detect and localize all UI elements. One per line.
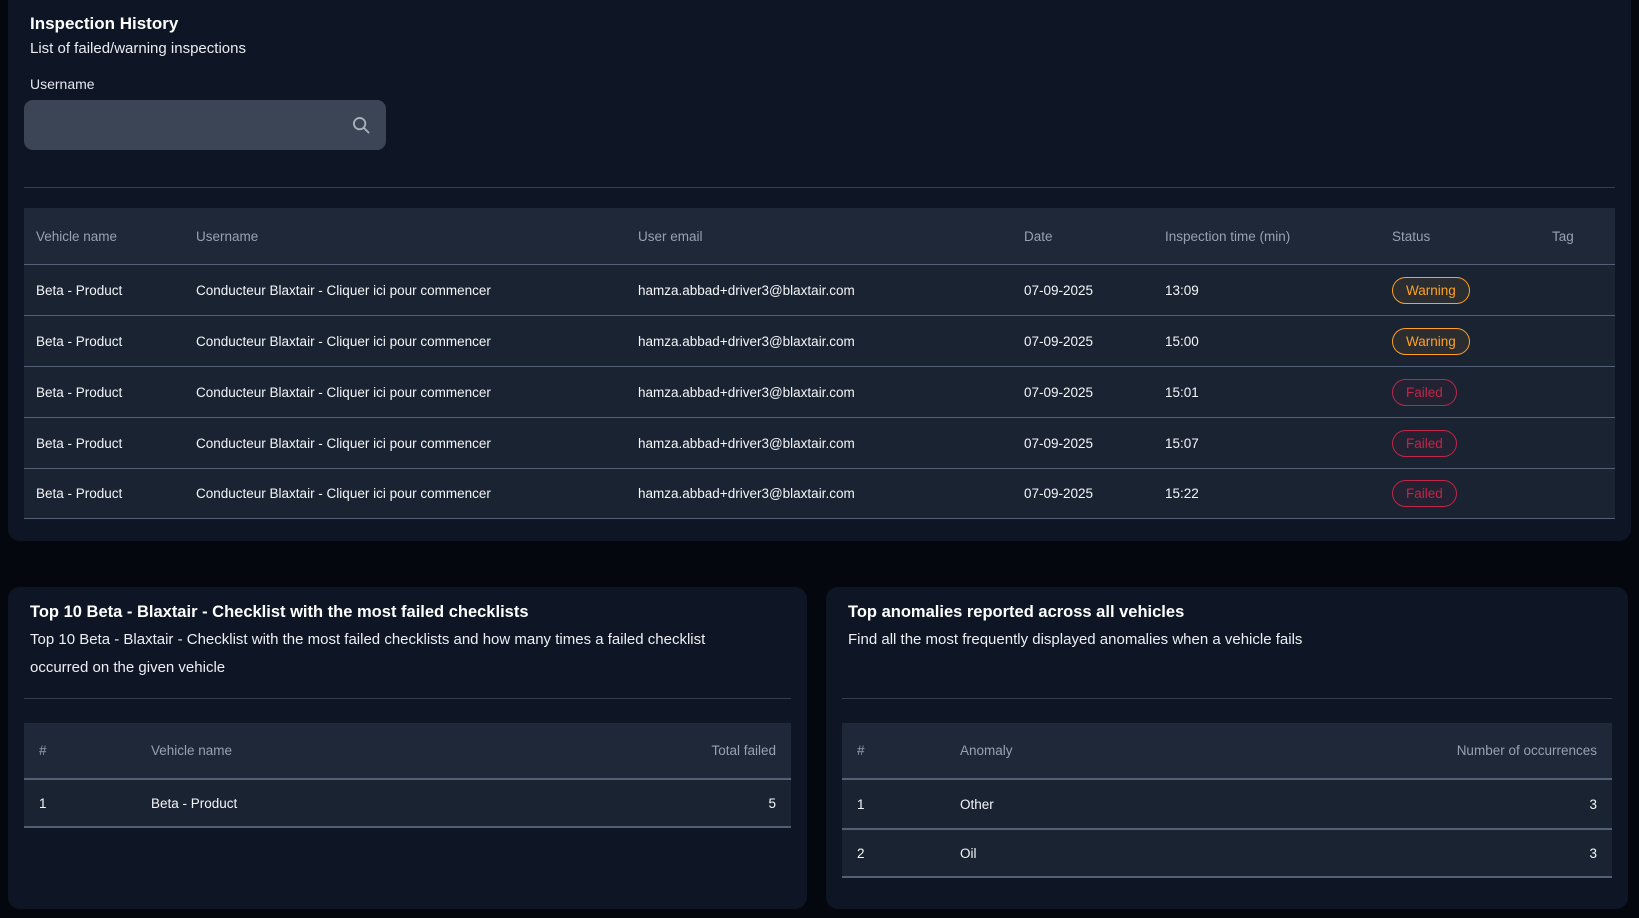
inspections-table: Vehicle name Username User email Date In… <box>24 208 1615 519</box>
inspection-time-cell: 15:00 <box>1153 334 1380 349</box>
anomaly-cell: Oil <box>945 846 1392 861</box>
username-cell: Conducteur Blaxtair - Cliquer ici pour c… <box>184 283 626 298</box>
total-failed-cell: 5 <box>641 796 791 811</box>
username-cell: Conducteur Blaxtair - Cliquer ici pour c… <box>184 436 626 451</box>
user-email-cell: hamza.abbad+driver3@blaxtair.com <box>626 486 1012 501</box>
col-vehicle-name: Vehicle name <box>24 229 184 244</box>
col-vehicle-name: Vehicle name <box>136 743 641 758</box>
status-cell: Warning <box>1380 328 1540 355</box>
page-subtitle: List of failed/warning inspections <box>30 36 1615 62</box>
col-occurrences: Number of occurrences <box>1392 743 1612 758</box>
table-row[interactable]: 1 Beta - Product 5 <box>24 778 791 828</box>
date-cell: 07-09-2025 <box>1012 283 1153 298</box>
bottom-panels-row: Top 10 Beta - Blaxtair - Checklist with … <box>8 587 1631 909</box>
inspection-time-cell: 13:09 <box>1153 283 1380 298</box>
username-filter-label: Username <box>30 75 1615 93</box>
top-failed-panel: Top 10 Beta - Blaxtair - Checklist with … <box>8 587 807 909</box>
inspection-history-panel: Inspection History List of failed/warnin… <box>8 0 1631 541</box>
user-email-cell: hamza.abbad+driver3@blaxtair.com <box>626 385 1012 400</box>
vehicle-name-cell: Beta - Product <box>24 334 184 349</box>
status-cell: Failed <box>1380 379 1540 406</box>
username-cell: Conducteur Blaxtair - Cliquer ici pour c… <box>184 385 626 400</box>
col-username: Username <box>184 229 626 244</box>
user-email-cell: hamza.abbad+driver3@blaxtair.com <box>626 283 1012 298</box>
status-badge: Failed <box>1392 430 1457 457</box>
username-search-input[interactable] <box>24 100 386 150</box>
col-total-failed: Total failed <box>641 743 791 758</box>
table-row[interactable]: Beta - Product Conducteur Blaxtair - Cli… <box>24 468 1615 519</box>
top-anomalies-subtitle: Find all the most frequently displayed a… <box>848 626 1612 654</box>
col-rank: # <box>24 743 136 758</box>
top-failed-divider <box>24 698 791 699</box>
status-badge: Failed <box>1392 480 1457 507</box>
vehicle-name-cell: Beta - Product <box>24 486 184 501</box>
inspection-time-cell: 15:07 <box>1153 436 1380 451</box>
status-cell: Failed <box>1380 430 1540 457</box>
page-title: Inspection History <box>30 12 1615 36</box>
status-badge: Failed <box>1392 379 1457 406</box>
top-failed-subtitle: Top 10 Beta - Blaxtair - Checklist with … <box>30 626 750 682</box>
status-badge: Warning <box>1392 277 1470 304</box>
vehicle-name-cell: Beta - Product <box>24 436 184 451</box>
top-failed-header: Top 10 Beta - Blaxtair - Checklist with … <box>24 601 791 685</box>
search-icon[interactable] <box>350 114 372 136</box>
date-cell: 07-09-2025 <box>1012 334 1153 349</box>
vehicle-name-cell: Beta - Product <box>24 283 184 298</box>
anomaly-cell: Other <box>945 797 1392 812</box>
table-row[interactable]: Beta - Product Conducteur Blaxtair - Cli… <box>24 417 1615 468</box>
inspection-time-cell: 15:01 <box>1153 385 1380 400</box>
inspections-table-header: Vehicle name Username User email Date In… <box>24 208 1615 264</box>
rank-cell: 1 <box>24 796 136 811</box>
rank-cell: 2 <box>842 846 945 861</box>
user-email-cell: hamza.abbad+driver3@blaxtair.com <box>626 436 1012 451</box>
table-row[interactable]: 2 Oil 3 <box>842 828 1612 878</box>
col-status: Status <box>1380 229 1540 244</box>
col-date: Date <box>1012 229 1153 244</box>
table-row[interactable]: Beta - Product Conducteur Blaxtair - Cli… <box>24 366 1615 417</box>
vehicle-name-cell: Beta - Product <box>24 385 184 400</box>
col-anomaly: Anomaly <box>945 743 1392 758</box>
vehicle-name-cell: Beta - Product <box>136 796 641 811</box>
col-tag: Tag <box>1540 229 1615 244</box>
username-search-box[interactable] <box>24 100 386 150</box>
col-user-email: User email <box>626 229 1012 244</box>
user-email-cell: hamza.abbad+driver3@blaxtair.com <box>626 334 1012 349</box>
date-cell: 07-09-2025 <box>1012 486 1153 501</box>
table-row[interactable]: Beta - Product Conducteur Blaxtair - Cli… <box>24 264 1615 315</box>
top-failed-title: Top 10 Beta - Blaxtair - Checklist with … <box>30 601 791 623</box>
occurrences-cell: 3 <box>1392 797 1612 812</box>
date-cell: 07-09-2025 <box>1012 385 1153 400</box>
top-failed-table: # Vehicle name Total failed 1 Beta - Pro… <box>24 723 791 828</box>
inspection-time-cell: 15:22 <box>1153 486 1380 501</box>
top-anomalies-panel: Top anomalies reported across all vehicl… <box>826 587 1628 909</box>
table-row[interactable]: 1 Other 3 <box>842 778 1612 828</box>
rank-cell: 1 <box>842 797 945 812</box>
status-cell: Failed <box>1380 480 1540 507</box>
username-cell: Conducteur Blaxtair - Cliquer ici pour c… <box>184 486 626 501</box>
top-anomalies-table-header: # Anomaly Number of occurrences <box>842 723 1612 778</box>
occurrences-cell: 3 <box>1392 846 1612 861</box>
status-badge: Warning <box>1392 328 1470 355</box>
top-anomalies-title: Top anomalies reported across all vehicl… <box>848 601 1612 623</box>
top-anomalies-divider <box>842 698 1612 699</box>
top-anomalies-header: Top anomalies reported across all vehicl… <box>842 601 1612 685</box>
username-cell: Conducteur Blaxtair - Cliquer ici pour c… <box>184 334 626 349</box>
top-failed-table-header: # Vehicle name Total failed <box>24 723 791 778</box>
filter-section-divider <box>24 187 1615 188</box>
status-cell: Warning <box>1380 277 1540 304</box>
top-anomalies-table: # Anomaly Number of occurrences 1 Other … <box>842 723 1612 878</box>
col-inspection-time: Inspection time (min) <box>1153 229 1380 244</box>
col-rank: # <box>842 743 945 758</box>
date-cell: 07-09-2025 <box>1012 436 1153 451</box>
table-row[interactable]: Beta - Product Conducteur Blaxtair - Cli… <box>24 315 1615 366</box>
